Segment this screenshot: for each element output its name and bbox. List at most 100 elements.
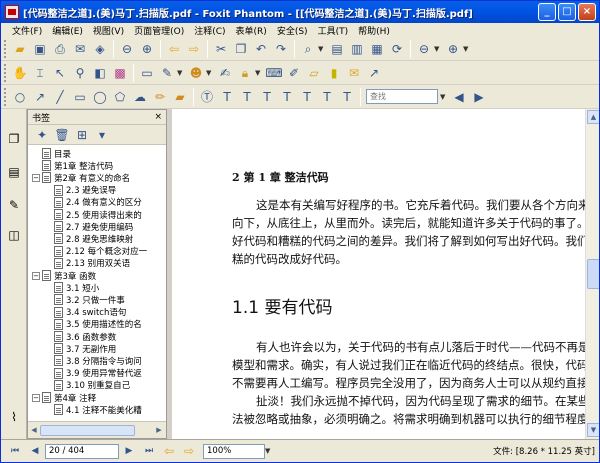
bookmark-item[interactable]: 4.1 注释不能美化糟 bbox=[54, 403, 142, 416]
forward-arrow-icon[interactable]: ⇨ bbox=[185, 40, 203, 58]
typewriter-icon[interactable]: ⌨ bbox=[265, 64, 283, 82]
bookmark-item[interactable]: 目录 bbox=[42, 147, 71, 160]
bookmark-item[interactable]: − 第2章 有意义的命名 bbox=[32, 171, 130, 184]
snapshot-icon[interactable]: ◧ bbox=[91, 64, 109, 82]
zoom-field[interactable]: 100% bbox=[203, 443, 265, 459]
bookmark-item[interactable]: − 第3章 函数 bbox=[32, 269, 96, 282]
bookmark-item[interactable]: 第1章 整洁代码 bbox=[42, 159, 113, 172]
menu-security[interactable]: 安全(S) bbox=[272, 24, 313, 37]
scan-icon[interactable]: ◈ bbox=[91, 40, 109, 58]
open-folder-icon[interactable]: ▰ bbox=[11, 40, 29, 58]
oval-tool-icon[interactable]: ○ bbox=[11, 88, 29, 106]
menu-form[interactable]: 表单(R) bbox=[231, 24, 272, 37]
zoom-out-dropdown-icon[interactable]: ▼ bbox=[434, 45, 441, 53]
menu-comment[interactable]: 注释(C) bbox=[189, 24, 230, 37]
prev-page-icon[interactable]: ◀ bbox=[26, 442, 44, 460]
form-dropdown-icon[interactable]: ▼ bbox=[177, 69, 184, 77]
toolbar-grip[interactable] bbox=[4, 39, 7, 58]
comment-icon[interactable]: ✉ bbox=[345, 64, 363, 82]
ellipse-tool-icon[interactable]: ◯ bbox=[91, 88, 109, 106]
bookmarks-hscrollbar[interactable]: ◀ ▶ bbox=[28, 421, 166, 438]
select-arrow-icon[interactable]: ↖ bbox=[51, 64, 69, 82]
arrow-tool-icon[interactable]: ↗ bbox=[365, 64, 383, 82]
close-button[interactable]: × bbox=[578, 3, 596, 21]
history-forward-icon[interactable]: ⇨ bbox=[180, 442, 198, 460]
toolbar-grip[interactable] bbox=[4, 63, 7, 82]
zoom-out-icon[interactable]: ⊖ bbox=[415, 40, 433, 58]
foxit-app-icon[interactable] bbox=[5, 5, 19, 19]
stamp-dropdown-icon[interactable]: ▼ bbox=[206, 69, 213, 77]
user-stamp-icon[interactable]: ☻ bbox=[187, 64, 205, 82]
previous-page-icon[interactable]: ⊖ bbox=[118, 40, 136, 58]
document-vscrollbar[interactable]: ▲ ▼ bbox=[585, 109, 599, 439]
first-page-icon[interactable]: ⏮ bbox=[6, 442, 24, 460]
callout-icon[interactable]: ▱ bbox=[305, 64, 323, 82]
bookmark-item[interactable]: 3.2 只做一件事 bbox=[54, 293, 125, 306]
text-highlight-icon[interactable]: T bbox=[318, 88, 336, 106]
next-page-icon[interactable]: ⊕ bbox=[138, 40, 156, 58]
bookmark-item[interactable]: 3.7 无副作用 bbox=[54, 342, 116, 355]
vscroll-thumb[interactable] bbox=[587, 259, 599, 289]
zoom-in-icon[interactable]: ⊕ bbox=[444, 40, 462, 58]
rotate-icon[interactable]: ⟳ bbox=[388, 40, 406, 58]
eraser-tool-icon[interactable]: ▰ bbox=[171, 88, 189, 106]
bookmarks-panel-icon[interactable]: ❐ bbox=[6, 131, 22, 147]
expand-bookmark-icon[interactable]: ⊞ bbox=[73, 126, 91, 144]
layers-panel-icon[interactable]: ◫ bbox=[6, 227, 22, 243]
select-text-icon[interactable]: ⌶ bbox=[31, 64, 49, 82]
bookmark-item[interactable]: 3.9 使用异常替代返 bbox=[54, 367, 142, 380]
zoom-in-dropdown-icon[interactable]: ▼ bbox=[463, 45, 470, 53]
rectangle-tool-icon[interactable]: ▭ bbox=[71, 88, 89, 106]
bookmark-item[interactable]: 2.7 避免使用编码 bbox=[54, 220, 133, 233]
page-number-field[interactable]: 20 / 404 bbox=[45, 443, 119, 459]
zoom-dropdown-icon[interactable]: ▼ bbox=[318, 45, 325, 53]
history-back-icon[interactable]: ⇦ bbox=[160, 442, 178, 460]
document-view[interactable]: 2 第 1 章 整洁代码 这是本有关编写好程序的书。它充斥着代码。我们要从各个方… bbox=[172, 109, 585, 439]
maximize-button[interactable]: □ bbox=[558, 3, 576, 21]
text-replace-icon[interactable]: T bbox=[278, 88, 296, 106]
bookmark-item[interactable]: 3.8 分隔指令与询问 bbox=[54, 354, 142, 367]
find-next-icon[interactable]: ▶ bbox=[470, 88, 488, 106]
edit-form-icon[interactable]: ✎ bbox=[158, 64, 176, 82]
bookmark-item[interactable]: 2.12 每个概念对应一 bbox=[54, 245, 147, 258]
zoom-select-icon[interactable]: ▼ bbox=[265, 447, 272, 455]
collapse-toggle-icon[interactable]: − bbox=[32, 271, 40, 280]
bookmark-item[interactable]: 3.10 别重复自己 bbox=[54, 379, 130, 392]
bookmark-item[interactable]: 2.8 避免思维映射 bbox=[54, 232, 133, 245]
zoom-icon[interactable]: ⌕ bbox=[299, 40, 317, 58]
note-edit-icon[interactable]: ✐ bbox=[285, 64, 303, 82]
scroll-left-icon[interactable]: ◀ bbox=[29, 425, 39, 436]
back-arrow-icon[interactable]: ⇦ bbox=[165, 40, 183, 58]
bookmark-item[interactable]: 2.3 避免误导 bbox=[54, 184, 116, 197]
actual-size-icon[interactable]: ▦ bbox=[368, 40, 386, 58]
bookmark-item[interactable]: 2.5 使用读得出来的 bbox=[54, 208, 142, 221]
menu-tools[interactable]: 工具(T) bbox=[313, 24, 354, 37]
search-dropdown-icon[interactable]: ▼ bbox=[440, 93, 447, 101]
menu-view[interactable]: 视图(V) bbox=[88, 24, 129, 37]
find-previous-icon[interactable]: ◀ bbox=[450, 88, 468, 106]
pencil-tool-icon[interactable]: ✏ bbox=[151, 88, 169, 106]
menu-page-management[interactable]: 页面管理(O) bbox=[129, 24, 189, 37]
scroll-right-icon[interactable]: ▶ bbox=[154, 425, 164, 436]
scroll-down-icon[interactable]: ▼ bbox=[587, 423, 599, 437]
collapse-toggle-icon[interactable]: − bbox=[32, 393, 40, 402]
menu-edit[interactable]: 编辑(E) bbox=[47, 24, 88, 37]
search-input[interactable]: 查找 bbox=[366, 89, 438, 104]
copy-icon[interactable]: ❐ bbox=[232, 40, 250, 58]
delete-bookmark-icon[interactable]: 🗑︎ bbox=[53, 126, 71, 144]
text-box-icon[interactable]: Ⓣ bbox=[198, 88, 216, 106]
bookmark-options-icon[interactable]: ▾ bbox=[93, 126, 111, 144]
text-underline-icon[interactable]: T bbox=[218, 88, 236, 106]
text-strikeout-icon[interactable]: T bbox=[238, 88, 256, 106]
form-field-icon[interactable]: ▭ bbox=[138, 64, 156, 82]
toolbar-grip[interactable] bbox=[4, 87, 7, 106]
hscroll-thumb[interactable] bbox=[40, 425, 135, 436]
next-page-status-icon[interactable]: ▶ bbox=[120, 442, 138, 460]
fit-page-icon[interactable]: ▤ bbox=[328, 40, 346, 58]
last-page-icon[interactable]: ⏭ bbox=[140, 442, 158, 460]
binoculars-icon[interactable]: ⚲ bbox=[71, 64, 89, 82]
bookmarks-close-icon[interactable]: × bbox=[154, 112, 162, 122]
print-icon[interactable]: ⎙ bbox=[51, 40, 69, 58]
cut-icon[interactable]: ✂ bbox=[212, 40, 230, 58]
bookmark-item[interactable]: 3.4 switch语句 bbox=[54, 306, 126, 319]
